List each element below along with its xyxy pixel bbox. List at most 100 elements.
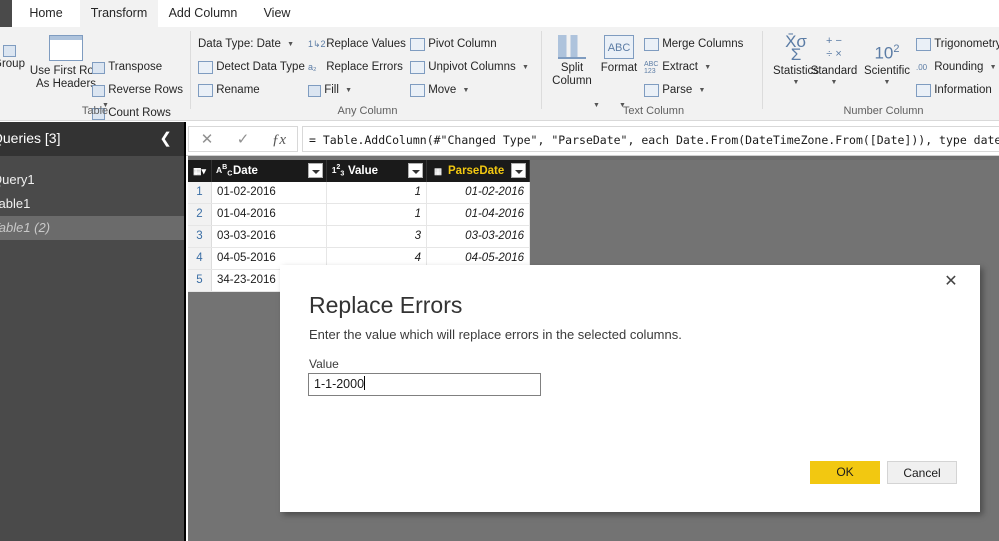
formula-bar: ✕ ✓ ƒx = Table.AddColumn(#"Changed Type"…	[186, 122, 999, 156]
cell-value[interactable]: 1	[327, 182, 427, 203]
data-type-button[interactable]: Data Type: Date ▼	[198, 35, 294, 54]
cell-date[interactable]: 03-03-2016	[212, 226, 327, 247]
confirm-check-icon[interactable]: ✓	[225, 127, 261, 153]
standard-icon: + − ÷ ×	[826, 35, 842, 60]
fx-icon[interactable]: ƒx	[261, 127, 297, 153]
rename-label: Rename	[216, 84, 260, 96]
row-index: 2	[188, 204, 212, 225]
table-row[interactable]: 3 03-03-2016 3 03-03-2016	[188, 226, 530, 248]
queries-pane: Queries [3] ❮ Query1 Table1 Table1 (2)	[0, 122, 186, 541]
detect-data-type-icon	[198, 61, 213, 74]
replace-values-icon: 1↳2	[308, 39, 326, 49]
scientific-chevron-down-icon[interactable]: ▼	[858, 77, 916, 90]
table-headers-icon	[49, 35, 83, 61]
tab-view[interactable]: View	[248, 0, 306, 27]
replace-errors-dialog: ✕ Replace Errors Enter the value which w…	[280, 265, 980, 512]
value-input[interactable]: 1-1-2000	[308, 373, 541, 396]
fill-icon	[308, 84, 321, 97]
close-x-icon[interactable]: ✕	[940, 271, 962, 293]
standard-button[interactable]: + − ÷ × Standard ▼	[806, 35, 862, 89]
number-type-icon: 123	[331, 163, 345, 178]
cell-value[interactable]: 3	[327, 226, 427, 247]
scientific-button[interactable]: 102 Scientific ▼	[858, 35, 916, 89]
parse-chevron-down-icon[interactable]: ▼	[698, 87, 705, 94]
trigonometry-icon	[916, 38, 931, 51]
ribbon-divider-2	[541, 31, 542, 109]
extract-button[interactable]: ABC 123 Extract ▼	[644, 58, 711, 77]
cell-date[interactable]: 01-04-2016	[212, 204, 327, 225]
filter-button-parsedate[interactable]	[511, 163, 526, 178]
format-label: Format	[600, 62, 638, 74]
format-button[interactable]: ABC Format	[598, 35, 640, 75]
transpose-button[interactable]: Transpose	[92, 58, 162, 77]
column-header-date[interactable]: ABC Date	[212, 160, 327, 182]
ribbon-content: Group Use First Row As Headers ▼ Transpo…	[0, 27, 999, 121]
cancel-x-icon[interactable]: ✕	[189, 127, 225, 153]
table-row[interactable]: 2 01-04-2016 1 01-04-2016	[188, 204, 530, 226]
column-header-parsedate-label: ParseDate	[448, 165, 505, 177]
extract-chevron-down-icon[interactable]: ▼	[704, 64, 711, 71]
cancel-button[interactable]: Cancel	[887, 461, 957, 484]
ok-button[interactable]: OK	[810, 461, 880, 484]
cell-value[interactable]: 1	[327, 204, 427, 225]
cell-parsedate[interactable]: 03-03-2016	[427, 226, 530, 247]
ribbon-tab-strip: Home Transform Add Column View	[0, 0, 999, 27]
fill-button[interactable]: Fill ▼	[308, 81, 352, 100]
move-chevron-down-icon[interactable]: ▼	[463, 87, 470, 94]
unpivot-columns-button[interactable]: Unpivot Columns ▼	[410, 58, 529, 77]
data-type-chevron-down-icon[interactable]: ▼	[287, 41, 294, 48]
split-column-icon	[558, 35, 586, 59]
replace-values-button[interactable]: 1↳2 Replace Values	[308, 35, 406, 54]
select-all-table-icon[interactable]: ▦▾	[188, 160, 212, 182]
formula-input[interactable]: = Table.AddColumn(#"Changed Type", "Pars…	[302, 126, 999, 152]
rounding-chevron-down-icon[interactable]: ▼	[990, 64, 997, 71]
move-button[interactable]: Move ▼	[410, 81, 469, 100]
query-item-table1[interactable]: Table1	[0, 192, 184, 216]
filter-button-date[interactable]	[308, 163, 323, 178]
unpivot-chevron-down-icon[interactable]: ▼	[522, 64, 529, 71]
table-row[interactable]: 1 01-02-2016 1 01-02-2016	[188, 182, 530, 204]
rename-icon	[198, 84, 213, 97]
rename-button[interactable]: Rename	[198, 81, 260, 100]
extract-label: Extract	[662, 61, 698, 73]
file-menu-stub[interactable]	[0, 0, 12, 27]
reverse-rows-button[interactable]: Reverse Rows	[92, 81, 183, 100]
ribbon-group-label-any-column: Any Column	[337, 105, 398, 117]
tab-home[interactable]: Home	[12, 0, 80, 27]
tab-transform[interactable]: Transform	[80, 0, 158, 27]
ribbon-group-label-number-column: Number Column	[843, 105, 924, 117]
information-button[interactable]: Information ▼	[916, 81, 999, 100]
cell-parsedate[interactable]: 01-02-2016	[427, 182, 530, 203]
transpose-label: Transpose	[108, 61, 163, 73]
value-input-text: 1-1-2000	[314, 377, 365, 391]
reverse-rows-label: Reverse Rows	[108, 84, 183, 96]
ribbon-group-label-table: Table	[81, 105, 109, 117]
query-item-query1[interactable]: Query1	[0, 168, 184, 192]
query-item-label: Table1	[0, 196, 31, 211]
chevron-left-icon[interactable]: ❮	[159, 129, 172, 147]
data-type-label: Data Type: Date	[198, 38, 281, 50]
cell-date[interactable]: 01-02-2016	[212, 182, 327, 203]
column-header-value-label: Value	[348, 165, 379, 177]
detect-data-type-button[interactable]: Detect Data Type	[198, 58, 305, 77]
replace-errors-button[interactable]: a₂ Replace Errors	[308, 58, 403, 77]
tab-add-column[interactable]: Add Column	[158, 0, 248, 27]
value-field-label: Value	[309, 357, 339, 371]
parse-button[interactable]: Parse ▼	[644, 81, 705, 100]
merge-columns-button[interactable]: Merge Columns	[644, 35, 743, 54]
replace-errors-icon: a₂	[308, 62, 317, 72]
fill-chevron-down-icon[interactable]: ▼	[345, 87, 352, 94]
parse-label: Parse	[662, 84, 693, 96]
pivot-column-button[interactable]: Pivot Column	[410, 35, 497, 54]
split-column-button[interactable]: Split Column	[546, 35, 598, 87]
row-index: 3	[188, 226, 212, 247]
column-header-value[interactable]: 123 Value	[327, 160, 427, 182]
filter-button-value[interactable]	[408, 163, 423, 178]
query-item-table1-2[interactable]: Table1 (2)	[0, 216, 184, 240]
rounding-button[interactable]: .00 Rounding ▼	[916, 58, 997, 77]
column-header-parsedate[interactable]: ▦ ParseDate	[427, 160, 530, 182]
cell-parsedate[interactable]: 01-04-2016	[427, 204, 530, 225]
trigonometry-button[interactable]: Trigonometry	[916, 35, 999, 54]
text-cursor	[364, 376, 366, 390]
standard-chevron-down-icon[interactable]: ▼	[806, 77, 862, 90]
